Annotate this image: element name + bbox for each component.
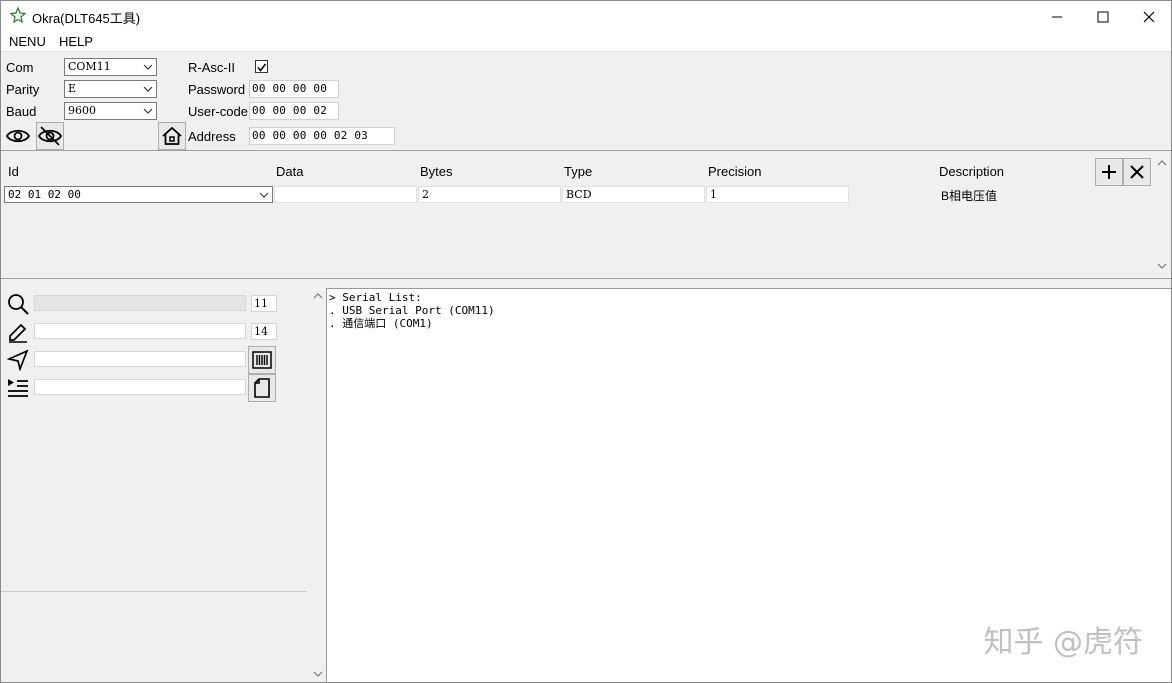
search-count: 11 bbox=[251, 295, 277, 312]
parity-value: E bbox=[68, 82, 77, 95]
close-window-icon bbox=[1143, 11, 1155, 22]
close-icon bbox=[1130, 165, 1144, 179]
list-button[interactable] bbox=[4, 374, 32, 402]
send-input[interactable] bbox=[34, 351, 246, 367]
chevron-down-icon bbox=[143, 108, 153, 114]
menu-item-help[interactable]: HELP bbox=[55, 34, 97, 49]
chevron-down-icon bbox=[259, 192, 269, 198]
bytes-cell[interactable]: 2 bbox=[418, 186, 561, 203]
description-cell: B相电压值 bbox=[941, 189, 998, 203]
barcode-icon bbox=[252, 351, 272, 369]
eye-off-icon bbox=[38, 126, 62, 146]
plus-icon bbox=[1102, 165, 1116, 179]
document-button[interactable] bbox=[248, 374, 276, 402]
type-cell[interactable]: BCD bbox=[562, 186, 705, 203]
divider bbox=[1, 591, 307, 592]
barcode-button[interactable] bbox=[248, 346, 276, 374]
com-select[interactable]: COM11 bbox=[64, 58, 157, 76]
com-label: Com bbox=[6, 60, 34, 75]
edit-count: 14 bbox=[251, 323, 277, 340]
search-icon bbox=[8, 294, 29, 315]
chevron-down-icon bbox=[143, 64, 153, 70]
usercode-label: User-code bbox=[188, 104, 248, 119]
maximize-button[interactable] bbox=[1080, 1, 1126, 32]
minimize-button[interactable] bbox=[1034, 1, 1080, 32]
menu-bar: NENU HELP bbox=[1, 32, 1171, 52]
eye-icon bbox=[6, 129, 30, 143]
search-button[interactable] bbox=[4, 290, 32, 318]
col-header-type: Type bbox=[564, 164, 593, 179]
maximize-icon bbox=[1097, 11, 1109, 22]
data-cell[interactable] bbox=[274, 186, 417, 203]
address-field[interactable]: 00 00 00 00 02 03 bbox=[249, 127, 395, 145]
col-header-bytes: Bytes bbox=[420, 164, 453, 179]
id-value: 02 01 02 00 bbox=[8, 188, 81, 201]
remove-row-button[interactable] bbox=[1123, 158, 1151, 186]
leaf-icon bbox=[10, 7, 26, 23]
scroll-down-icon[interactable] bbox=[312, 669, 324, 679]
document-icon bbox=[254, 378, 270, 398]
divider bbox=[1, 278, 1171, 279]
divider bbox=[1, 150, 1171, 151]
app-window: Okra(DLT645工具) NENU HELP Com COM11 Parit… bbox=[0, 0, 1172, 683]
show-button[interactable] bbox=[4, 122, 32, 150]
col-header-id: Id bbox=[8, 164, 19, 179]
precision-cell[interactable]: 1 bbox=[706, 186, 849, 203]
password-label: Password bbox=[188, 82, 246, 97]
chevron-down-icon bbox=[143, 86, 153, 92]
close-window-button[interactable] bbox=[1126, 1, 1171, 32]
indent-list-icon bbox=[8, 379, 28, 397]
log-line: . 通信端口 (COM1) bbox=[329, 317, 433, 330]
scroll-down-icon[interactable] bbox=[1156, 261, 1168, 271]
col-header-description: Description bbox=[939, 164, 1005, 179]
watermark: 知乎 @虎符 bbox=[983, 625, 1143, 660]
add-row-button[interactable] bbox=[1095, 158, 1123, 186]
log-line: . USB Serial Port (COM11) bbox=[329, 304, 495, 317]
scroll-up-icon[interactable] bbox=[312, 291, 324, 301]
list-input[interactable] bbox=[34, 379, 246, 395]
title-bar: Okra(DLT645工具) bbox=[1, 1, 1171, 32]
rascii-label: R-Asc-II bbox=[188, 60, 235, 75]
window-title: Okra(DLT645工具) bbox=[32, 11, 141, 26]
search-input[interactable] bbox=[34, 295, 246, 311]
menu-item-nenu[interactable]: NENU bbox=[5, 34, 50, 49]
baud-value: 9600 bbox=[68, 104, 96, 117]
parity-select[interactable]: E bbox=[64, 80, 157, 98]
id-select[interactable]: 02 01 02 00 bbox=[4, 186, 273, 203]
col-header-data: Data bbox=[276, 164, 304, 179]
com-value: COM11 bbox=[68, 60, 111, 73]
baud-select[interactable]: 9600 bbox=[64, 102, 157, 120]
col-header-precision: Precision bbox=[708, 164, 762, 179]
minimize-icon bbox=[1052, 16, 1062, 17]
baud-label: Baud bbox=[6, 104, 37, 119]
usercode-field[interactable]: 00 00 00 02 bbox=[249, 102, 339, 120]
rascii-checkbox[interactable] bbox=[255, 60, 268, 73]
send-button[interactable] bbox=[4, 346, 32, 374]
edit-button[interactable] bbox=[4, 318, 32, 346]
edit-input[interactable] bbox=[34, 323, 246, 339]
pencil-icon bbox=[9, 323, 27, 343]
hide-button[interactable] bbox=[36, 122, 64, 150]
log-line: > Serial List: bbox=[329, 291, 422, 304]
checkmark-icon bbox=[257, 63, 267, 72]
send-icon bbox=[7, 349, 29, 371]
address-label: Address bbox=[188, 129, 236, 144]
home-button[interactable] bbox=[158, 122, 186, 150]
scroll-up-icon[interactable] bbox=[1156, 158, 1168, 168]
password-field[interactable]: 00 00 00 00 bbox=[249, 80, 339, 98]
home-icon bbox=[162, 126, 182, 145]
parity-label: Parity bbox=[6, 82, 40, 97]
